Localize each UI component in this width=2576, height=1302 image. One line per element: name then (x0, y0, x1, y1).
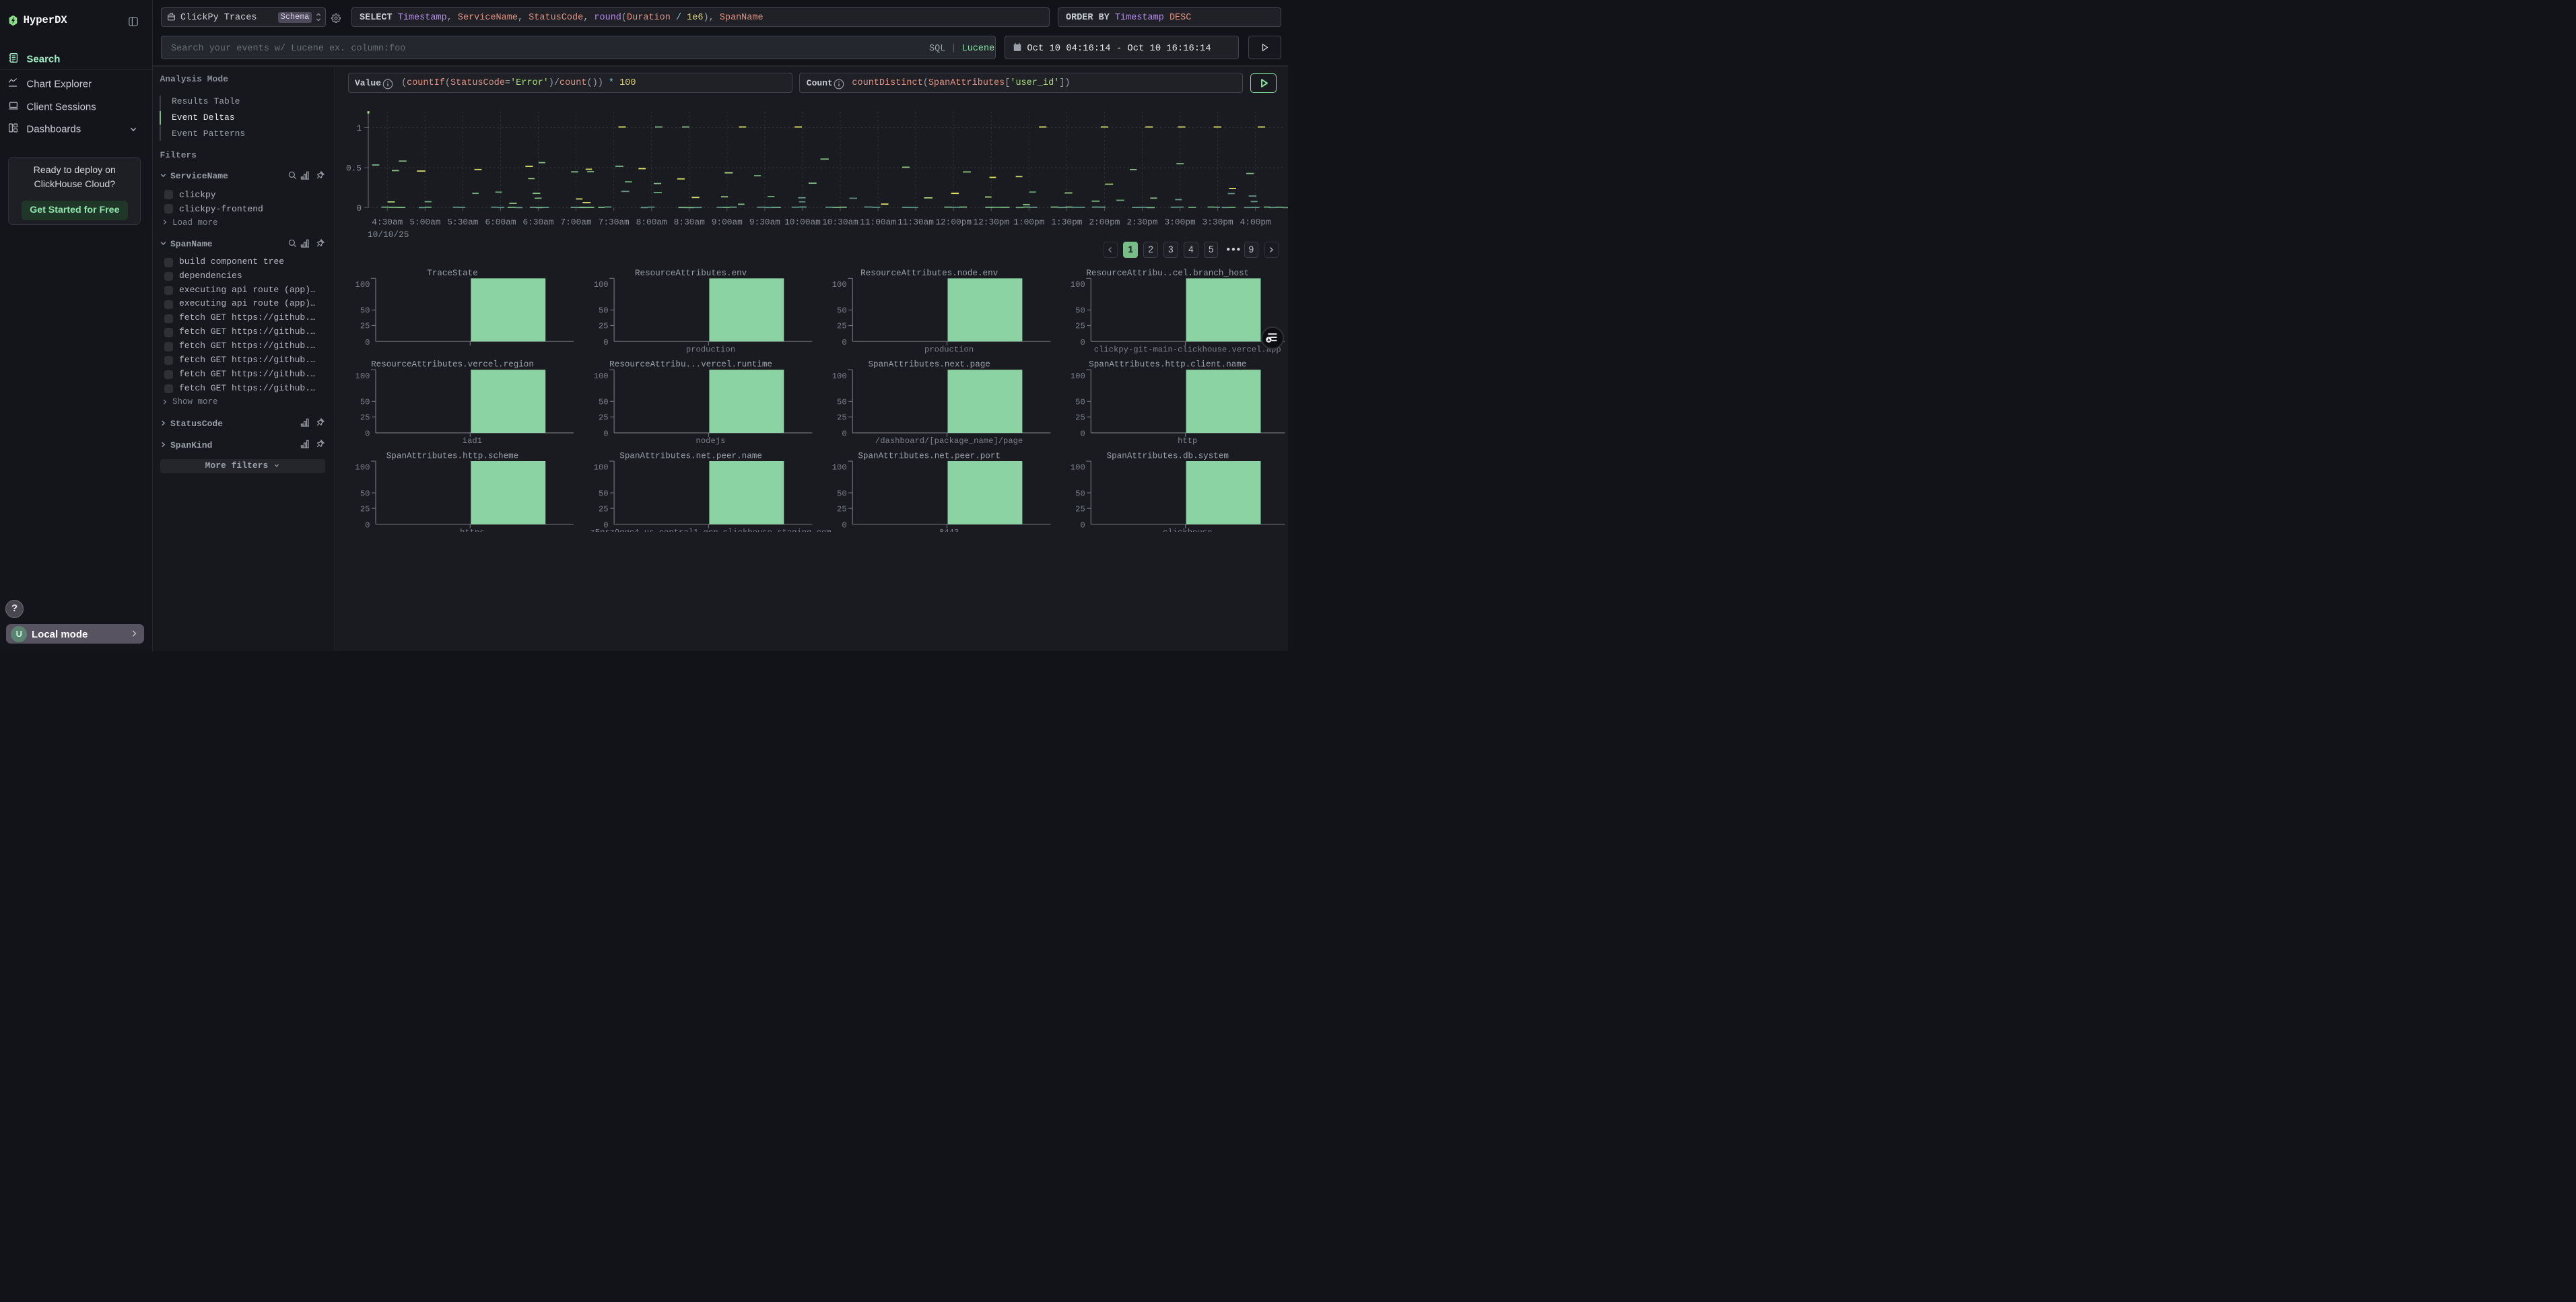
svg-text:25: 25 (837, 413, 847, 423)
svg-text:2:30pm: 2:30pm (1126, 217, 1157, 228)
svg-text:9:00am: 9:00am (712, 217, 743, 228)
svg-text:8443: 8443 (939, 528, 958, 532)
svg-text:50: 50 (360, 398, 370, 407)
svg-text:100: 100 (593, 372, 608, 381)
svg-text:8:00am: 8:00am (636, 217, 667, 228)
svg-text:http: http (1178, 436, 1197, 446)
svg-text:50: 50 (1075, 489, 1085, 498)
svg-text:25: 25 (598, 504, 608, 514)
svg-text:50: 50 (598, 398, 608, 407)
svg-text:z5prz9ggc4.us-central1.gcp.cli: z5prz9ggc4.us-central1.gcp.clickhouse-st… (590, 528, 831, 532)
svg-text:nodejs: nodejs (696, 436, 725, 446)
svg-text:0.5: 0.5 (346, 164, 362, 174)
svg-text:25: 25 (1075, 504, 1085, 514)
svg-text:0: 0 (1080, 521, 1085, 530)
svg-text:25: 25 (1075, 322, 1085, 331)
svg-text:12:30pm: 12:30pm (973, 217, 1009, 228)
svg-text:25: 25 (360, 413, 370, 423)
svg-text:0: 0 (842, 430, 846, 439)
svg-text:clickhouse: clickhouse (1163, 528, 1212, 532)
svg-text:SpanAttributes.db.system: SpanAttributes.db.system (1106, 452, 1228, 461)
svg-text:100: 100 (1070, 463, 1085, 473)
svg-text:100: 100 (1070, 280, 1085, 289)
svg-text:50: 50 (1075, 398, 1085, 407)
svg-text:2:00pm: 2:00pm (1089, 217, 1120, 228)
svg-text:25: 25 (360, 504, 370, 514)
svg-text:https: https (460, 528, 485, 532)
svg-text:1:30pm: 1:30pm (1051, 217, 1082, 228)
svg-text:25: 25 (837, 322, 847, 331)
svg-text:11:00am: 11:00am (860, 217, 896, 228)
svg-text:9:30am: 9:30am (749, 217, 780, 228)
svg-text:100: 100 (355, 280, 370, 289)
svg-text:25: 25 (837, 504, 847, 514)
svg-text:10:30am: 10:30am (822, 217, 858, 228)
svg-text:1: 1 (356, 123, 362, 133)
svg-text:0: 0 (365, 521, 370, 530)
svg-text:0: 0 (603, 430, 608, 439)
svg-text:50: 50 (837, 489, 847, 498)
svg-text:production: production (924, 345, 974, 354)
svg-text:3:00pm: 3:00pm (1165, 217, 1196, 228)
svg-text:4:00pm: 4:00pm (1240, 217, 1271, 228)
svg-text:6:30am: 6:30am (522, 217, 553, 228)
svg-text:25: 25 (360, 322, 370, 331)
svg-text:100: 100 (355, 463, 370, 473)
svg-text:7:00am: 7:00am (561, 217, 592, 228)
svg-text:0: 0 (1080, 338, 1085, 347)
svg-text:SpanAttributes.next.page: SpanAttributes.next.page (868, 360, 990, 370)
svg-text:50: 50 (360, 306, 370, 316)
svg-text:TraceState: TraceState (427, 269, 478, 278)
svg-text:25: 25 (598, 322, 608, 331)
svg-text:50: 50 (598, 306, 608, 316)
svg-text:50: 50 (837, 306, 847, 316)
svg-text:100: 100 (355, 372, 370, 381)
svg-text:11:30am: 11:30am (897, 217, 934, 228)
svg-text:10:00am: 10:00am (784, 217, 821, 228)
svg-text:0: 0 (365, 338, 370, 347)
svg-text:25: 25 (598, 413, 608, 423)
svg-text:ResourceAttributes.vercel.regi: ResourceAttributes.vercel.region (371, 360, 534, 370)
svg-text:25: 25 (1075, 413, 1085, 423)
svg-text:ResourceAttributes.env: ResourceAttributes.env (634, 269, 747, 278)
svg-text:50: 50 (360, 489, 370, 498)
svg-text:12:00pm: 12:00pm (935, 217, 972, 228)
svg-text:10/10/25: 10/10/25 (368, 230, 409, 240)
svg-text:50: 50 (598, 489, 608, 498)
svg-text:1:00pm: 1:00pm (1013, 217, 1044, 228)
svg-text:8:30am: 8:30am (674, 217, 705, 228)
svg-text:ResourceAttributes.node.env: ResourceAttributes.node.env (860, 269, 998, 278)
svg-text:100: 100 (832, 280, 846, 289)
svg-text:50: 50 (1075, 306, 1085, 316)
svg-text:production: production (685, 345, 735, 354)
svg-text:5:00am: 5:00am (409, 217, 440, 228)
svg-text:100: 100 (593, 280, 608, 289)
svg-text:0: 0 (365, 430, 370, 439)
svg-text:ResourceAttribu..cel.branch_ho: ResourceAttribu..cel.branch_host (1086, 269, 1249, 278)
svg-text:100: 100 (1070, 372, 1085, 381)
svg-text:0: 0 (842, 338, 846, 347)
svg-text:50: 50 (837, 398, 847, 407)
svg-text:/dashboard/[package_name]/page: /dashboard/[package_name]/page (875, 436, 1022, 446)
svg-text:100: 100 (832, 463, 846, 473)
svg-text:ResourceAttribu...vercel.runti: ResourceAttribu...vercel.runtime (609, 360, 772, 370)
svg-text:iad1: iad1 (462, 436, 481, 446)
svg-text:100: 100 (832, 372, 846, 381)
svg-text:SpanAttributes.net.peer.name: SpanAttributes.net.peer.name (619, 452, 762, 461)
svg-text:7:30am: 7:30am (599, 217, 630, 228)
svg-text:clickpy-git-main-clickhouse.ve: clickpy-git-main-clickhouse.vercel.app (1093, 345, 1281, 354)
svg-text:0: 0 (842, 521, 846, 530)
svg-text:0: 0 (356, 203, 362, 213)
svg-text:6:00am: 6:00am (485, 217, 516, 228)
svg-text:SpanAttributes.http.client.nam: SpanAttributes.http.client.name (1089, 360, 1246, 370)
svg-text:0: 0 (1080, 430, 1085, 439)
svg-text:5:30am: 5:30am (447, 217, 478, 228)
svg-text:100: 100 (593, 463, 608, 473)
svg-text:0: 0 (603, 338, 608, 347)
svg-text:4:30am: 4:30am (372, 217, 403, 228)
svg-text:SpanAttributes.http.scheme: SpanAttributes.http.scheme (386, 452, 518, 461)
svg-text:3:30pm: 3:30pm (1202, 217, 1233, 228)
svg-text:SpanAttributes.net.peer.port: SpanAttributes.net.peer.port (858, 452, 1001, 461)
